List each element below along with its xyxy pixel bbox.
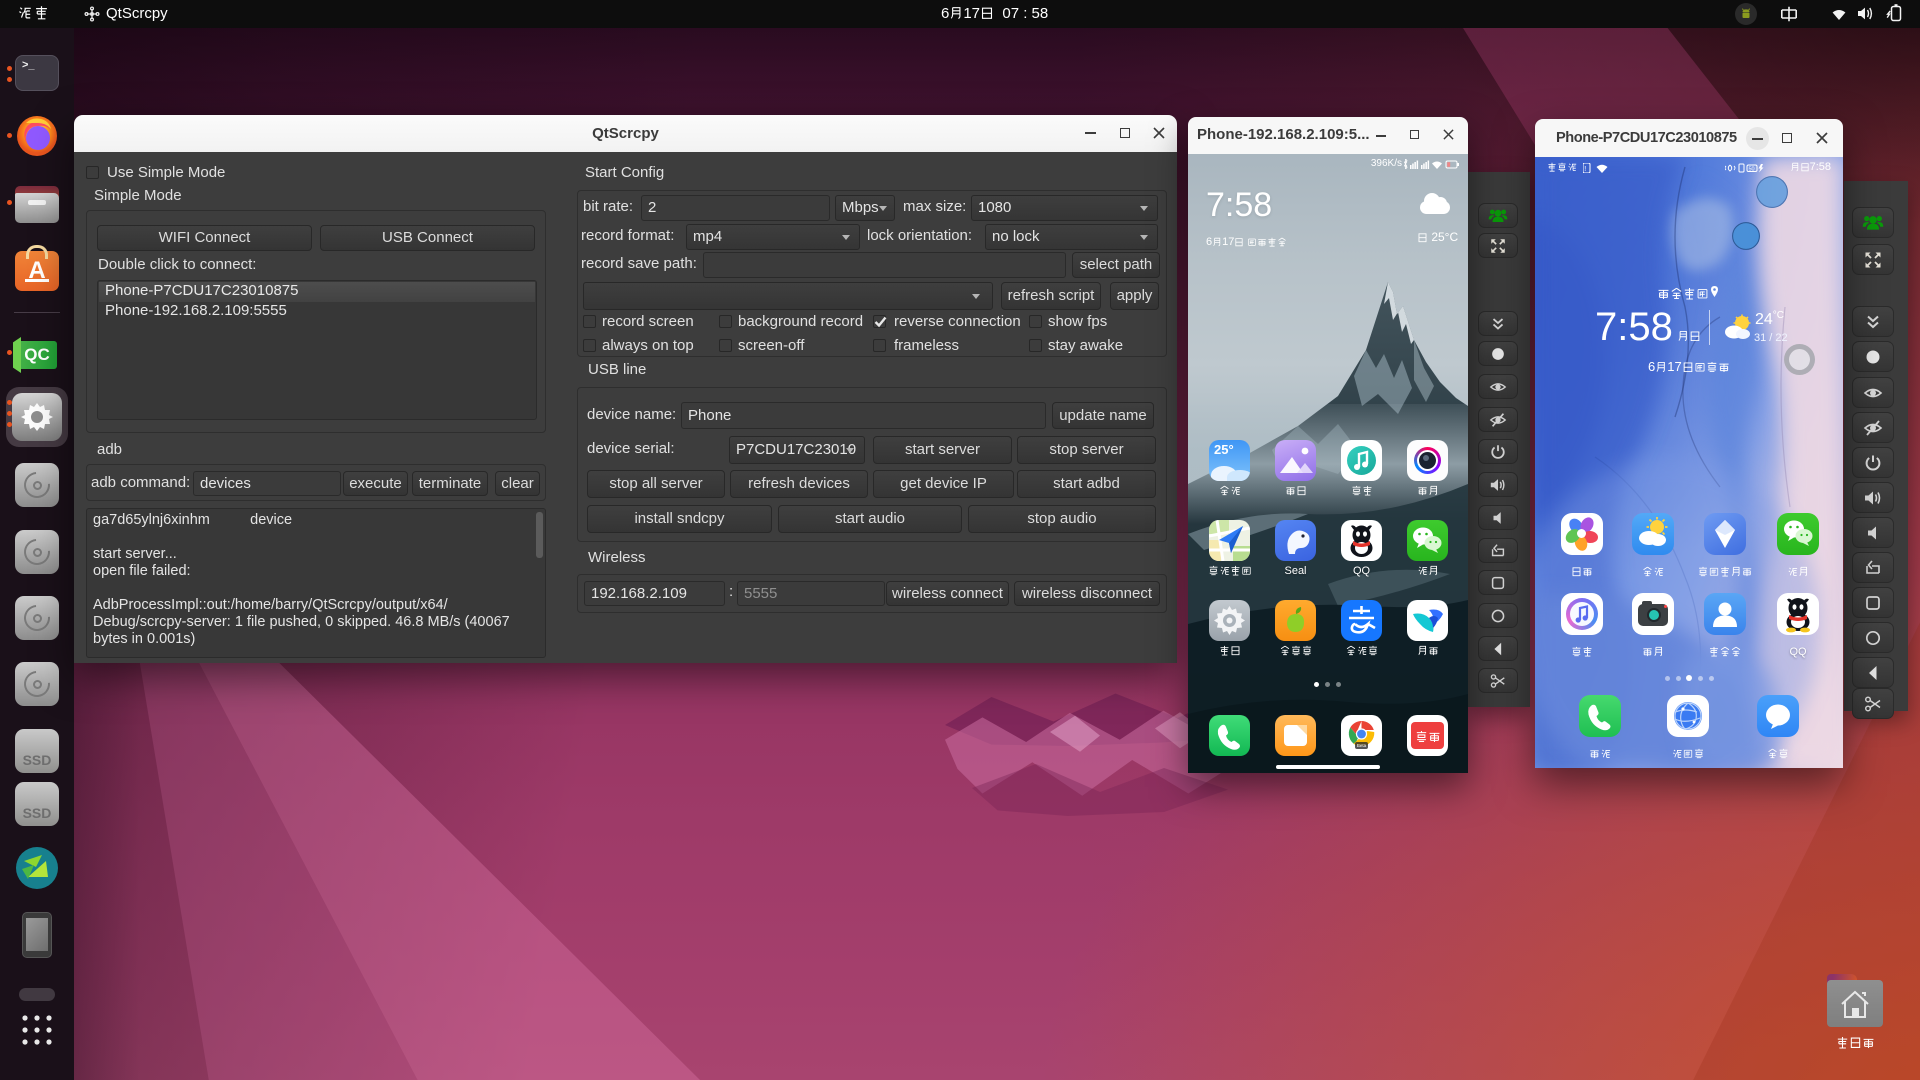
svg-text:!: !: [1584, 166, 1586, 173]
svg-text:50: 50: [1749, 167, 1755, 173]
svg-text:Beta: Beta: [1357, 743, 1367, 748]
